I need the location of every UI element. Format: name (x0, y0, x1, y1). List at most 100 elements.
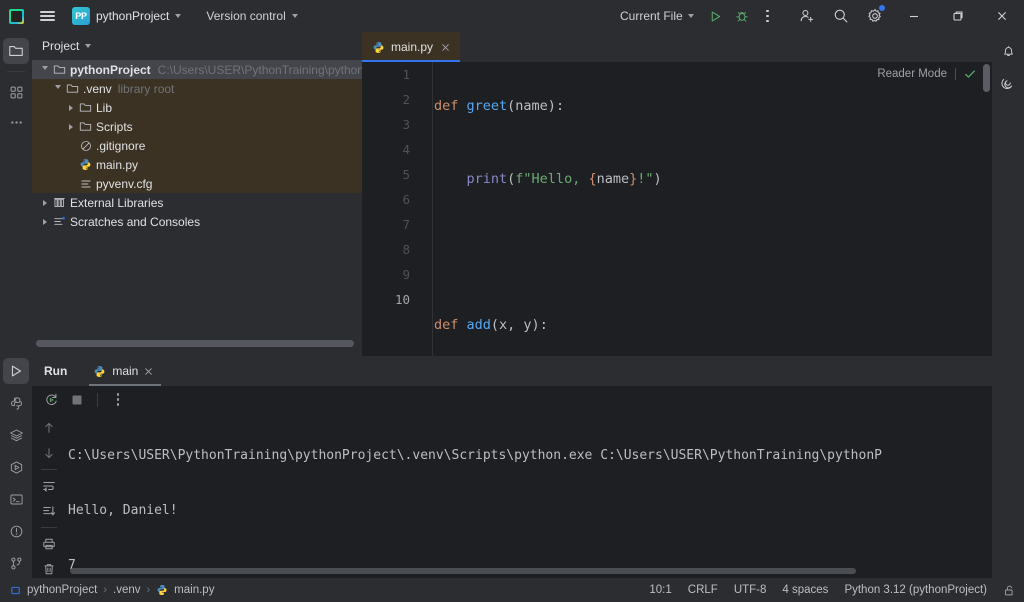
project-panel-horizontal-scrollbar[interactable] (36, 340, 354, 347)
tab-main-py[interactable]: main.py (362, 32, 460, 62)
folder-icon (51, 60, 68, 79)
close-icon[interactable] (439, 41, 452, 54)
notifications-bell-icon[interactable] (995, 38, 1021, 64)
version-control-label: Version control (206, 9, 285, 23)
run-panel-header: Run main (32, 356, 992, 386)
module-icon (10, 585, 21, 596)
chevron-right-icon[interactable] (64, 117, 77, 136)
status-breadcrumb: pythonProject › .venv › main.py (0, 584, 214, 596)
line-number: 8 (402, 237, 410, 262)
tree-item-pythonproject[interactable]: pythonProject C:\Users\USER\PythonTraini… (32, 60, 362, 79)
project-panel-header[interactable]: Project (32, 32, 362, 60)
sidebar-item-version-control[interactable] (3, 550, 29, 576)
tree-item-venv[interactable]: .venv library root (32, 79, 362, 98)
line-number-current: 10 (395, 287, 410, 312)
external-libraries-icon (51, 193, 68, 212)
breadcrumb-project[interactable]: pythonProject (27, 584, 97, 596)
code-line-4: def add(x, y): (432, 313, 992, 338)
sidebar-item-problems[interactable] (3, 518, 29, 544)
project-badge: PP (72, 7, 90, 25)
tree-item-gitignore[interactable]: .gitignore (32, 136, 362, 155)
folder-icon (64, 79, 81, 98)
stop-icon[interactable] (66, 389, 88, 411)
clear-all-trash-icon[interactable] (38, 560, 60, 578)
line-number: 9 (402, 262, 410, 287)
scroll-up-icon[interactable] (38, 419, 60, 437)
fstring-brace-open: { (588, 171, 596, 187)
sidebar-item-services[interactable] (3, 422, 29, 448)
run-tab-label: main (112, 364, 138, 378)
chevron-right-icon[interactable] (38, 212, 51, 231)
caret-position[interactable]: 10:1 (649, 584, 671, 596)
sidebar-item-terminal[interactable] (3, 486, 29, 512)
console-side-toolbar (32, 413, 66, 578)
project-selector[interactable]: PP pythonProject (68, 5, 188, 27)
ai-assistant-icon[interactable] (995, 70, 1021, 96)
project-name-label: pythonProject (96, 9, 169, 23)
window-minimize-icon[interactable] (892, 0, 936, 32)
keyword-def: def (434, 317, 458, 333)
window-restore-icon[interactable] (936, 0, 980, 32)
checkmark-icon[interactable] (964, 68, 976, 80)
chevron-down-icon[interactable] (38, 60, 51, 79)
console-horizontal-scrollbar[interactable] (70, 568, 856, 574)
fstring-part: !" (637, 171, 653, 187)
sidebar-item-more-tool-windows[interactable] (3, 109, 29, 135)
debug-bug-icon[interactable] (730, 4, 754, 28)
chevron-down-icon[interactable] (51, 79, 64, 98)
sidebar-item-python-console[interactable] (3, 390, 29, 416)
line-number: 3 (402, 112, 410, 137)
sidebar-item-run-coverage[interactable] (3, 454, 29, 480)
sidebar-item-run[interactable] (3, 358, 29, 384)
tree-item-label: Scripts (96, 120, 133, 134)
line-separator[interactable]: CRLF (688, 584, 718, 596)
code-editor: main.py Reader Mode 1 2 3 4 5 (362, 32, 992, 356)
file-encoding[interactable]: UTF-8 (734, 584, 767, 596)
code-content[interactable]: def greet(name): print(f"Hello, {name}!"… (432, 62, 992, 356)
breadcrumb-file[interactable]: main.py (174, 584, 214, 596)
sidebar-item-project[interactable] (3, 38, 29, 64)
console-output[interactable]: C:\Users\USER\PythonTraining\pythonProje… (68, 413, 992, 570)
divider (97, 393, 98, 407)
close-icon[interactable] (144, 367, 153, 376)
chevron-right-icon[interactable] (38, 193, 51, 212)
hamburger-menu-icon[interactable] (32, 0, 62, 32)
tree-item-mainpy[interactable]: main.py (32, 155, 362, 174)
account-add-icon[interactable] (790, 0, 824, 32)
window-close-icon[interactable] (980, 0, 1024, 32)
more-vertical-icon[interactable] (756, 4, 780, 28)
paren: ) (654, 171, 662, 187)
tree-item-label: Lib (96, 101, 112, 115)
python-interpreter[interactable]: Python 3.12 (pythonProject) (844, 584, 987, 596)
breadcrumb-venv[interactable]: .venv (113, 584, 141, 596)
status-bar: pythonProject › .venv › main.py 10:1 CRL… (0, 578, 1024, 602)
print-icon[interactable] (38, 535, 60, 553)
chevron-down-icon (85, 44, 91, 48)
sidebar-item-structure[interactable] (3, 79, 29, 105)
title-bar-right (790, 0, 1024, 32)
more-vertical-icon[interactable] (107, 389, 129, 411)
version-control-menu[interactable]: Version control (198, 5, 305, 27)
tree-item-pyvenvcfg[interactable]: pyvenv.cfg (32, 174, 362, 193)
run-configuration-selector[interactable]: Current File (612, 5, 702, 27)
soft-wrap-icon[interactable] (38, 477, 60, 495)
function-name-greet: greet (467, 98, 508, 114)
search-icon[interactable] (824, 0, 858, 32)
tree-item-lib[interactable]: Lib (32, 98, 362, 117)
scroll-to-end-icon[interactable] (38, 502, 60, 520)
scroll-down-icon[interactable] (38, 444, 60, 462)
tree-item-scratches-and-consoles[interactable]: Scratches and Consoles (32, 212, 362, 231)
gear-icon[interactable] (858, 0, 892, 32)
indent-setting[interactable]: 4 spaces (782, 584, 828, 596)
run-button[interactable] (704, 4, 728, 28)
unlocked-padlock-icon[interactable] (1003, 584, 1016, 597)
editor-tab-strip: main.py (362, 32, 992, 62)
tree-item-external-libraries[interactable]: External Libraries (32, 193, 362, 212)
run-tab-main[interactable]: main (85, 356, 161, 386)
divider (41, 469, 57, 470)
tree-item-scripts[interactable]: Scripts (32, 117, 362, 136)
rerun-icon[interactable] (40, 389, 62, 411)
keyword-def: def (434, 98, 458, 114)
chevron-right-icon[interactable] (64, 98, 77, 117)
run-configuration-label: Current File (620, 9, 683, 23)
